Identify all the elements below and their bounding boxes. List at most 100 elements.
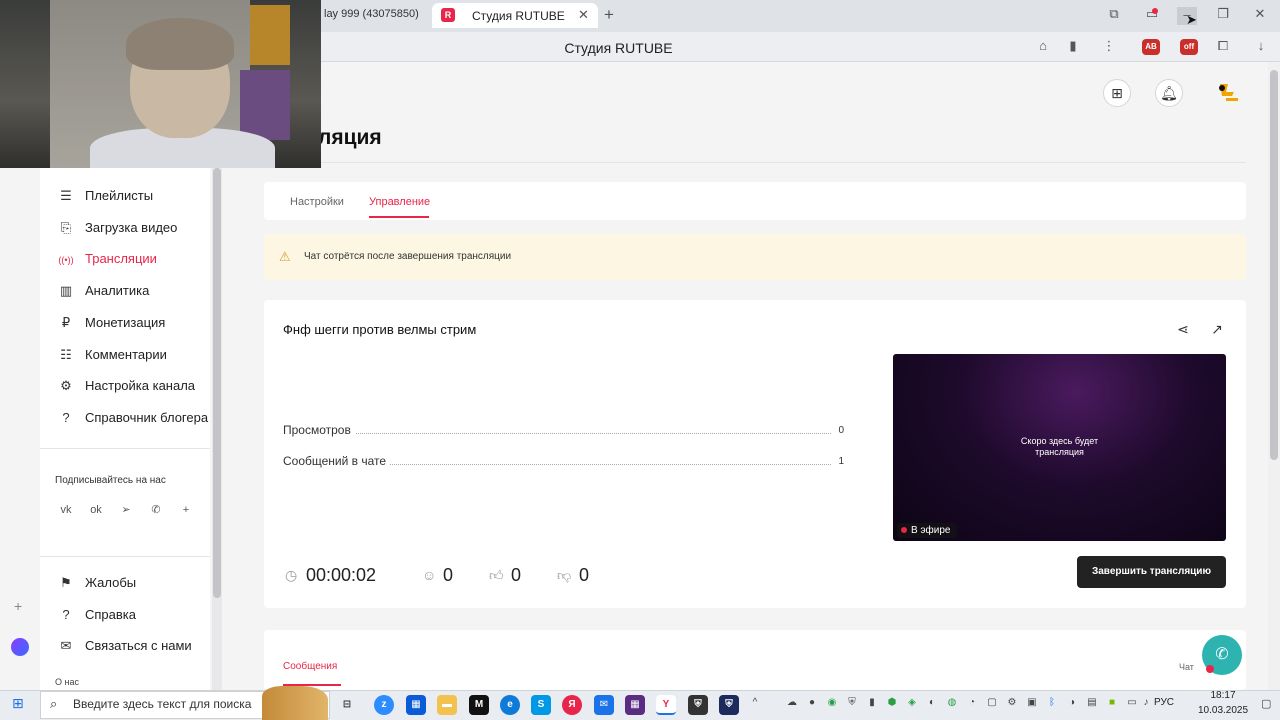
edge-browser-icon[interactable]: e (500, 695, 520, 715)
desktop-plus-icon[interactable]: + (14, 598, 22, 614)
avatar[interactable] (1212, 80, 1240, 108)
task-view-icon[interactable]: ⊟ (337, 695, 357, 715)
sidebar-item-label: Монетизация (85, 315, 166, 330)
tray-expand-icon[interactable]: ^ (748, 697, 762, 708)
external-link-icon[interactable]: ↗ (1208, 321, 1226, 338)
clock-date[interactable]: 10.03.2025 (1198, 705, 1248, 716)
sidebar-item-streams[interactable]: ((•)) Трансляции (57, 251, 157, 271)
collections-icon[interactable]: ⧉ (1104, 6, 1124, 22)
notifications-button[interactable]: 🔔︎ (1155, 79, 1183, 107)
tab-management[interactable]: Управление (369, 196, 430, 208)
microphone-icon[interactable]: ▮ (865, 697, 879, 708)
mail-icon: ✉ (60, 638, 72, 653)
close-window-button[interactable]: ✕ (1250, 6, 1270, 22)
gear-icon: ⚙ (60, 378, 72, 393)
nvidia-icon[interactable]: ■ (1105, 697, 1119, 708)
ruble-icon: ₽ (61, 315, 71, 330)
tray-icon[interactable]: ▤ (1085, 697, 1099, 708)
zoom-app-icon[interactable]: z (374, 695, 394, 715)
browser-tab-previous[interactable]: lay 999 (43075850) (324, 8, 419, 20)
extension-adblock-icon[interactable]: AB (1142, 39, 1160, 55)
sidebar-item-playlists[interactable]: ☰ Плейлисты (57, 188, 153, 208)
extensions-icon[interactable]: ⧠ (1214, 38, 1232, 56)
tray-icon[interactable]: ▢ (985, 697, 999, 708)
ok-icon[interactable]: ok (88, 502, 104, 518)
tray-icon[interactable]: ● (805, 697, 819, 708)
file-explorer-icon[interactable]: ▬ (437, 695, 457, 715)
sidebar-scroll-thumb[interactable] (213, 168, 221, 598)
sidebar-item-channel-settings[interactable]: ⚙ Настройка канала (57, 378, 195, 398)
tray-icon[interactable]: ◍ (945, 697, 959, 708)
sidebar-item-monetization[interactable]: ₽ Монетизация (57, 315, 165, 335)
warning-icon: ⚠ (279, 249, 291, 264)
restore-button[interactable]: ❐ (1213, 6, 1233, 22)
clock-time[interactable]: 18:17 (1198, 690, 1248, 701)
about-link[interactable]: О нас (55, 677, 79, 687)
question-icon: ? (62, 607, 70, 622)
extension-off-icon[interactable]: off (1180, 39, 1198, 55)
flag-icon: ⚑ (60, 575, 72, 590)
download-icon[interactable]: ↓ (1252, 38, 1270, 56)
sidebar-item-blogger-guide[interactable]: ? Справочник блогера (57, 410, 208, 430)
tray-icon[interactable]: ⬢ (885, 697, 899, 708)
sidebar-item-label: Настройка канала (85, 378, 196, 393)
volume-icon[interactable]: ♪ (1139, 697, 1153, 708)
page-scroll-thumb[interactable] (1270, 70, 1278, 460)
dislikes-count: 0 (579, 565, 590, 585)
add-content-button[interactable]: ⊞ (1103, 79, 1131, 107)
language-indicator[interactable]: РУС (1154, 697, 1174, 708)
analytics-icon: ▥ (59, 283, 73, 298)
sidebar-item-upload[interactable]: ⎘ Загрузка видео (57, 220, 178, 240)
app-icon[interactable]: ⛨ (719, 695, 739, 715)
windows-start-icon[interactable]: ⊞ (12, 695, 24, 712)
plus-icon[interactable]: + (178, 502, 194, 518)
tray-icon[interactable]: ▣ (1025, 697, 1039, 708)
tray-icon[interactable]: ◐ (925, 697, 939, 708)
bookmark-icon[interactable]: ▮ (1064, 38, 1082, 56)
preview-text-line: трансляция (1035, 447, 1084, 457)
tray-icon[interactable]: ◔ (965, 697, 979, 708)
tab-settings[interactable]: Настройки (290, 196, 344, 208)
app-icon[interactable]: ⛨ (688, 695, 708, 715)
vk-icon[interactable]: vk (58, 502, 74, 518)
assistant-icon[interactable] (11, 638, 29, 656)
bluetooth-icon[interactable]: ᛒ (1045, 697, 1059, 708)
tray-icon[interactable]: ⚙ (1005, 697, 1019, 708)
yandex-icon[interactable]: Я (562, 695, 582, 715)
tray-icon[interactable]: ◈ (905, 697, 919, 708)
end-stream-button[interactable]: Завершить трансляцию (1077, 556, 1226, 588)
viber-icon[interactable]: ✆ (148, 502, 164, 518)
app-grid-icon[interactable]: ▦ (625, 695, 645, 715)
more-menu-icon[interactable]: ⋮ (1100, 38, 1118, 56)
tray-icon[interactable]: ◑ (1065, 697, 1079, 708)
tab-messages[interactable]: Сообщения (283, 661, 337, 672)
notification-center-icon[interactable]: ▢ (1261, 697, 1271, 710)
tray-icon[interactable]: ☁ (785, 697, 799, 708)
tray-icon[interactable]: ◉ (825, 697, 839, 708)
tab-chat[interactable]: Чат (1179, 662, 1194, 672)
sidebar-item-complaints[interactable]: ⚑ Жалобы (57, 575, 136, 595)
store-app-icon[interactable]: ▦ (406, 695, 426, 715)
skype-icon[interactable]: S (531, 695, 551, 715)
sidebar-item-label: Трансляции (85, 251, 157, 266)
translate-icon[interactable]: ⌂ (1034, 38, 1052, 56)
share-icon[interactable]: ⋖ (1174, 321, 1192, 338)
sidebar-item-contact[interactable]: ✉ Связаться с нами (57, 638, 192, 658)
telegram-icon[interactable]: ➢ (118, 502, 134, 518)
webcam-poster (250, 5, 290, 65)
close-tab-icon[interactable]: ✕ (578, 7, 589, 23)
sidebar-item-analytics[interactable]: ▥ Аналитика (57, 283, 150, 303)
sidebar-item-label: Жалобы (85, 575, 137, 590)
tray-icon[interactable]: ⛨ (845, 697, 859, 708)
broadcast-icon: ((•)) (58, 255, 74, 265)
sidebar-item-help[interactable]: ? Справка (57, 607, 136, 627)
app-icon[interactable]: M (469, 695, 489, 715)
sidebar-item-comments[interactable]: ☷ Комментарии (57, 347, 167, 367)
sidebar-item-label: Загрузка видео (85, 220, 178, 235)
new-tab-button[interactable]: + (604, 5, 614, 25)
mail-app-icon[interactable]: ✉ (594, 695, 614, 715)
sidebar-item-label: Плейлисты (85, 188, 154, 203)
yandex-browser-icon[interactable]: Y (656, 695, 676, 715)
stream-preview[interactable]: Скоро здесь будет трансляция В эфире (893, 354, 1226, 541)
network-icon[interactable]: ▭ (1125, 697, 1139, 708)
